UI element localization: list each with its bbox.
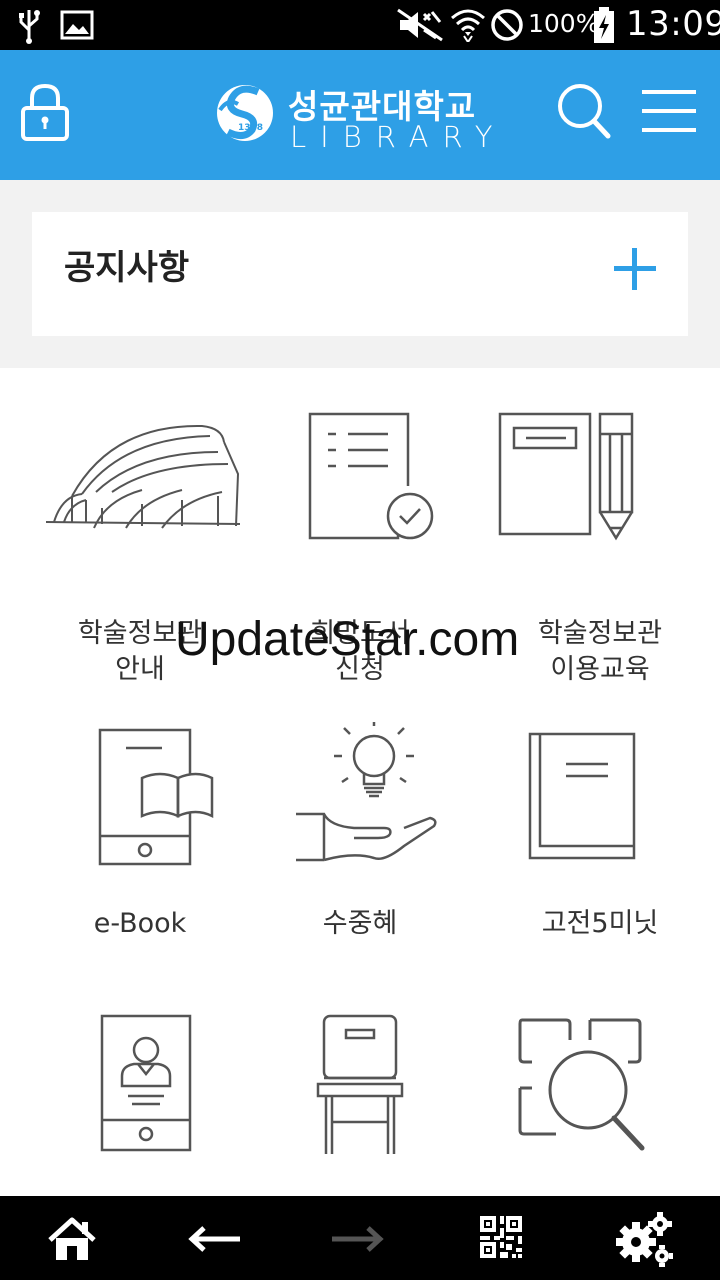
no-signal-icon <box>491 9 523 41</box>
qr-code-icon[interactable] <box>478 1214 524 1260</box>
menu-item-sujunghye[interactable]: 수중혜 <box>240 718 480 1018</box>
status-bar: 100% 13:09 <box>0 0 720 50</box>
settings-gear-icon[interactable] <box>612 1210 674 1268</box>
status-time: 13:09 <box>626 4 720 44</box>
notice-card[interactable]: 공지사항 <box>32 212 688 336</box>
notice-title: 공지사항 <box>64 248 190 288</box>
menu-grid: 학술정보관 안내 희망도서 신청 학술정보관 이용교육 e-Book 수중혜 고… <box>0 368 720 1196</box>
usb-icon <box>19 10 40 44</box>
document-check-icon <box>308 412 434 540</box>
menu-item-mobile-id[interactable] <box>20 1008 260 1196</box>
wifi-icon <box>451 9 485 42</box>
logo-year: 1398 <box>238 123 264 133</box>
lock-icon[interactable] <box>20 82 70 142</box>
plus-icon[interactable] <box>612 246 658 292</box>
building-icon <box>45 424 241 529</box>
forward-arrow-icon[interactable] <box>328 1224 384 1254</box>
battery-percent: 100% <box>528 9 600 38</box>
search-grid-icon <box>518 1018 645 1151</box>
university-emblem-icon <box>217 85 273 141</box>
menu-item-search-catalog[interactable] <box>480 1008 720 1196</box>
bottom-navigation <box>0 1196 720 1280</box>
app-header: 1398 성균관대학교 LIBRARY <box>0 50 720 180</box>
mobile-id-icon <box>100 1014 192 1152</box>
chair-icon <box>316 1014 404 1154</box>
back-arrow-icon[interactable] <box>188 1224 244 1254</box>
silent-mode-icon <box>397 8 443 42</box>
battery-charging-icon <box>594 7 614 43</box>
menu-item-label: e-Book <box>93 908 187 939</box>
watermark-text: UpdateStar.com <box>175 613 520 666</box>
logo-english-text: LIBRARY <box>290 120 507 154</box>
menu-icon[interactable] <box>640 86 698 136</box>
book-icon <box>528 732 636 860</box>
menu-item-classic-5-minute[interactable]: 고전5미닛 <box>480 718 720 1018</box>
menu-item-label: 수중혜 <box>322 908 398 939</box>
menu-item-ebook[interactable]: e-Book <box>20 718 260 1018</box>
tablet-book-icon <box>98 728 214 866</box>
menu-item-seat[interactable] <box>240 1008 480 1196</box>
menu-item-label: 고전5미닛 <box>541 908 659 939</box>
home-icon[interactable] <box>46 1216 98 1262</box>
lightbulb-hand-icon <box>296 722 437 862</box>
image-notification-icon <box>60 10 94 40</box>
notebook-pencil-icon <box>498 412 634 541</box>
notice-section: 공지사항 <box>0 180 720 368</box>
search-icon[interactable] <box>556 82 612 140</box>
